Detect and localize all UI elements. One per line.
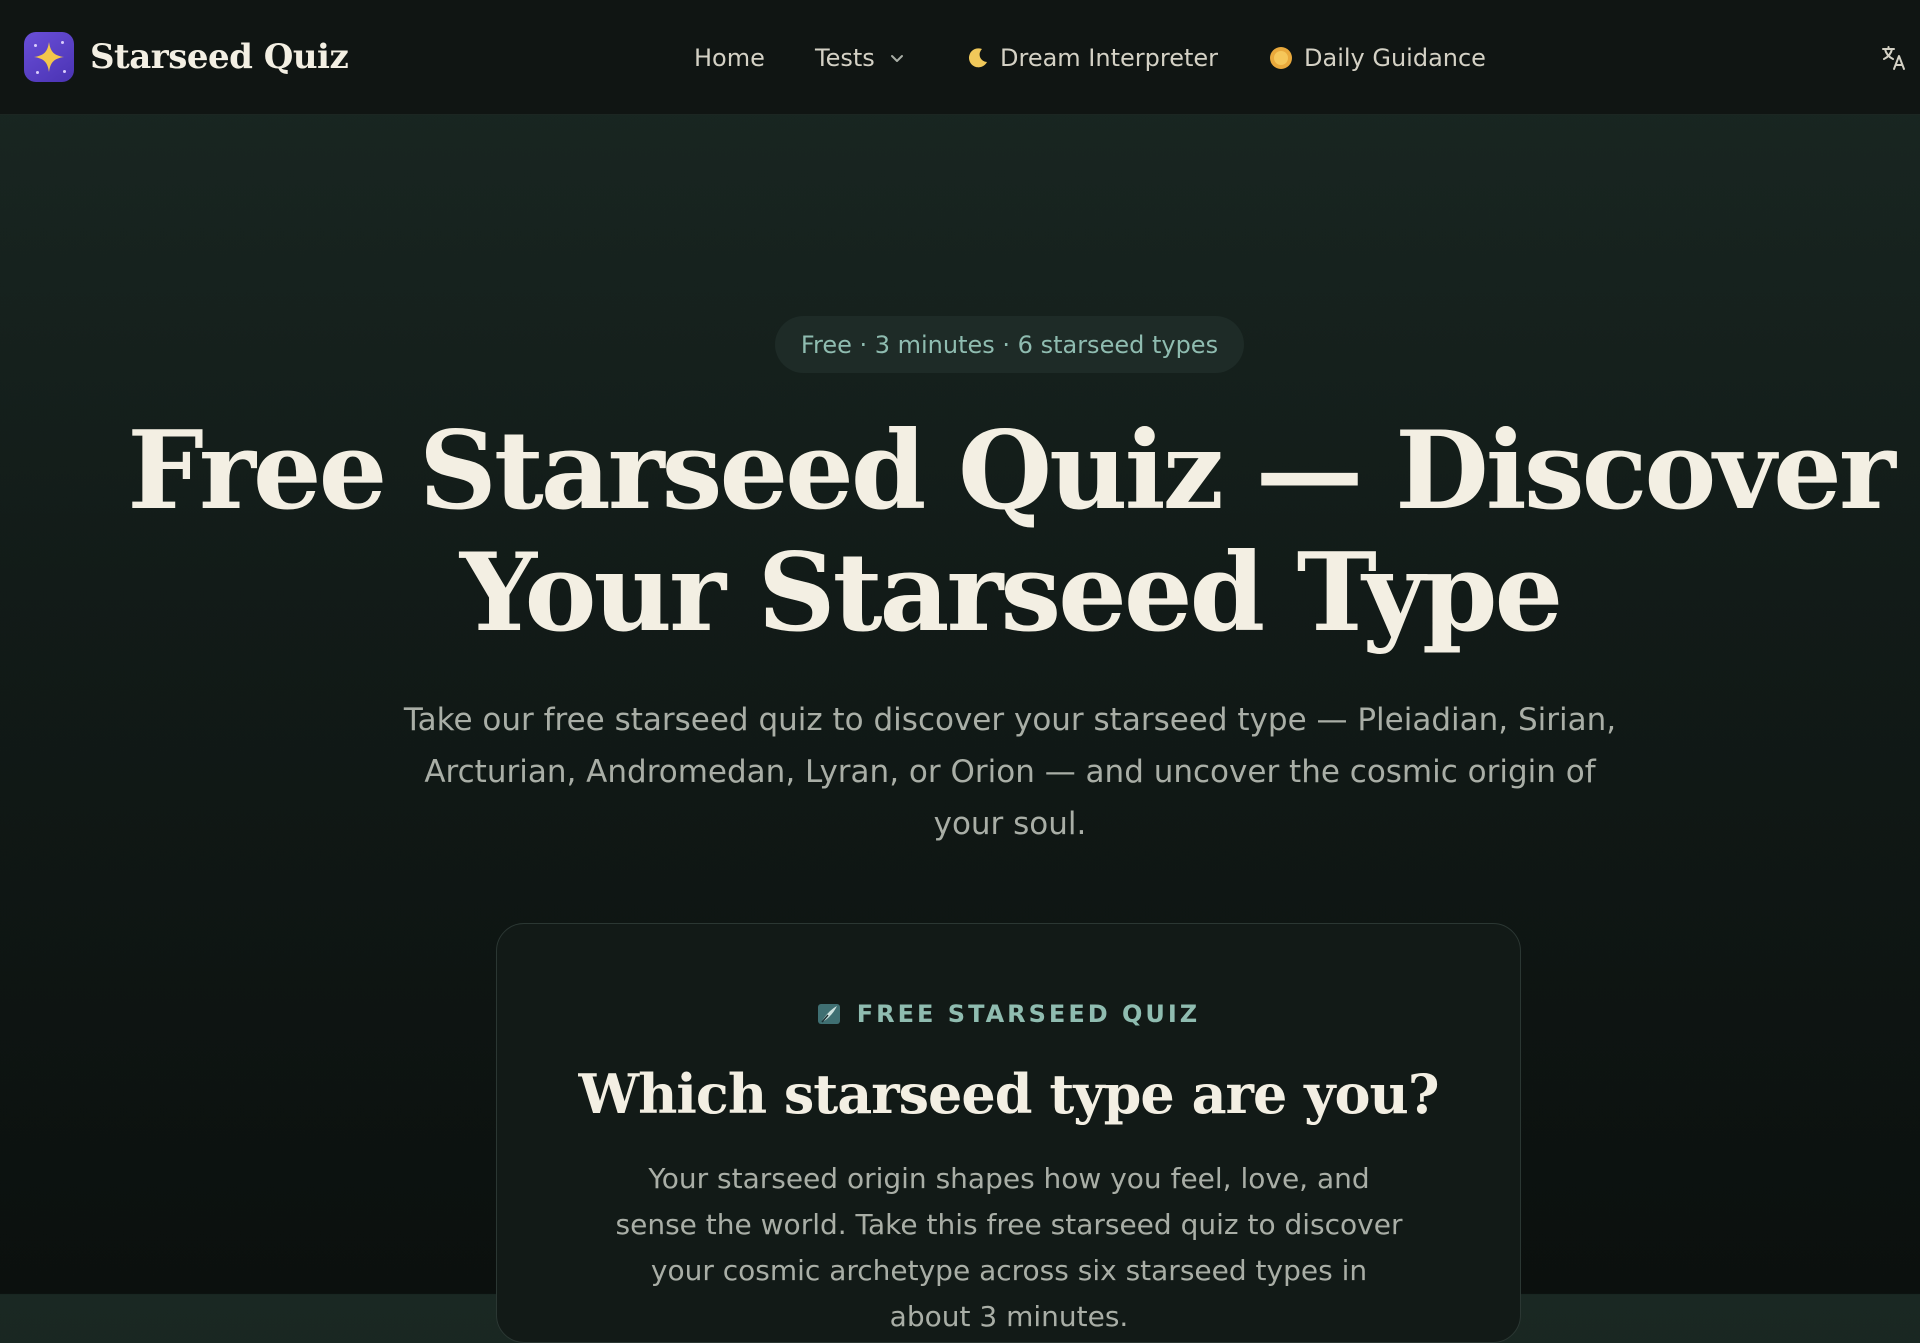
card-title: Which starseed type are you? bbox=[578, 1062, 1440, 1126]
nav-tests-dropdown[interactable]: Tests bbox=[815, 38, 905, 78]
top-navigation-bar: Starseed Quiz Home Tests Dream Interpret… bbox=[0, 0, 1920, 115]
crescent-moon-icon bbox=[966, 46, 990, 70]
nav-tests-label: Tests bbox=[815, 44, 875, 72]
nav-dream-interpreter-link[interactable]: Dream Interpreter bbox=[966, 38, 1218, 78]
card-kicker: FREE STARSEED QUIZ bbox=[497, 1000, 1520, 1028]
quill-pen-icon bbox=[817, 1002, 841, 1026]
quiz-intro-card: FREE STARSEED QUIZ Which starseed type a… bbox=[496, 923, 1521, 1343]
page-title: Free Starseed Quiz — Discover Your Stars… bbox=[60, 410, 1920, 654]
translate-icon[interactable] bbox=[1878, 42, 1910, 74]
card-kicker-label: FREE STARSEED QUIZ bbox=[856, 1000, 1201, 1028]
sun-icon bbox=[1268, 45, 1294, 71]
nav-dream-label: Dream Interpreter bbox=[1000, 44, 1219, 72]
nav-daily-label: Daily Guidance bbox=[1304, 44, 1486, 72]
main-nav: Home Tests Dream Interpreter Daily Guida… bbox=[0, 38, 1920, 78]
hero-badge: Free · 3 minutes · 6 starseed types bbox=[775, 316, 1244, 373]
hero-subtitle: Take our free starseed quiz to discover … bbox=[403, 702, 1617, 842]
card-description: Your starseed origin shapes how you feel… bbox=[615, 1162, 1403, 1333]
nav-home-label: Home bbox=[694, 44, 765, 72]
chevron-down-icon bbox=[889, 50, 905, 66]
page-title-line-2: Your Starseed Type bbox=[459, 530, 1563, 656]
page-title-line-1: Free Starseed Quiz — Discover bbox=[127, 408, 1896, 534]
nav-home-link[interactable]: Home bbox=[694, 38, 765, 78]
nav-daily-guidance-link[interactable]: Daily Guidance bbox=[1268, 38, 1486, 78]
